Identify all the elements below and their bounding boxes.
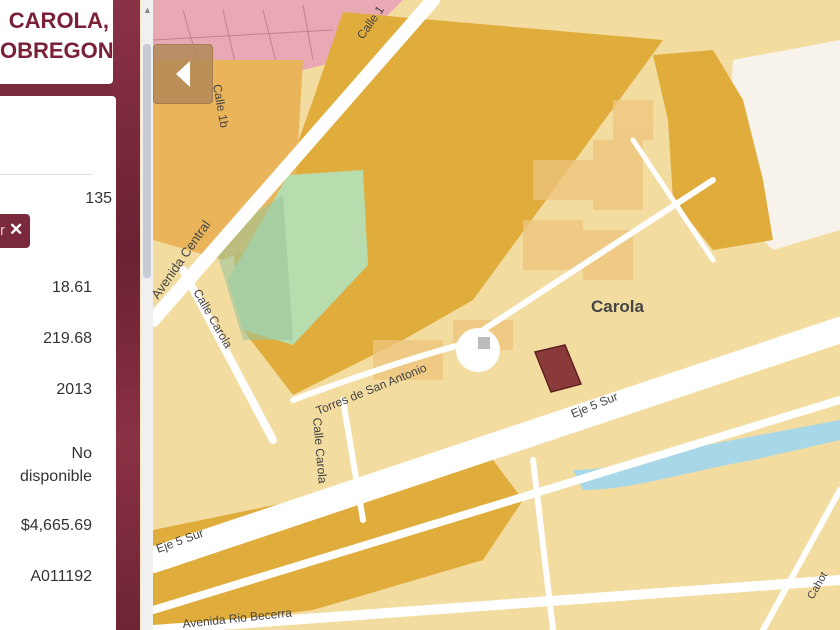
- scroll-thumb[interactable]: [143, 44, 151, 278]
- info-panel: 135 r ✕ 18.61 219.68 2013 No disponible …: [0, 96, 116, 630]
- label-neighborhood: Carola: [591, 297, 644, 316]
- status-value: No disponible: [19, 445, 92, 485]
- code-value: A011192: [30, 568, 92, 585]
- map-canvas[interactable]: Calle 1 Calle 1b Avenida Central Calle C…: [153, 0, 840, 630]
- divider: [0, 174, 92, 175]
- sidebar-texture: [112, 0, 140, 630]
- roundabout-icon: [478, 337, 490, 349]
- roundabout: [456, 328, 500, 372]
- chip-fragment: r: [0, 222, 5, 239]
- collapse-panel-button[interactable]: [153, 44, 213, 104]
- title-card: CAROLA, OBREGON: [0, 0, 114, 84]
- year-value: 2013: [56, 381, 92, 398]
- price-value: $4,665.69: [20, 517, 92, 534]
- title-line-1: CAROLA,: [8, 8, 109, 33]
- title-line-2: OBREGON: [0, 38, 114, 63]
- filter-chip[interactable]: r ✕: [0, 214, 30, 248]
- count-value: 135: [85, 190, 112, 207]
- map-svg: Calle 1 Calle 1b Avenida Central Calle C…: [153, 0, 840, 630]
- close-icon[interactable]: ✕: [9, 220, 23, 240]
- area-value: 18.61: [51, 279, 92, 296]
- scroll-up-icon[interactable]: ▲: [143, 6, 152, 15]
- sidebar: CAROLA, OBREGON 135 r ✕ 18.61 219.68 201…: [0, 0, 140, 630]
- scrollbar[interactable]: ▲: [141, 0, 153, 630]
- value-2: 219.68: [43, 330, 92, 347]
- chevron-left-icon: [176, 61, 190, 87]
